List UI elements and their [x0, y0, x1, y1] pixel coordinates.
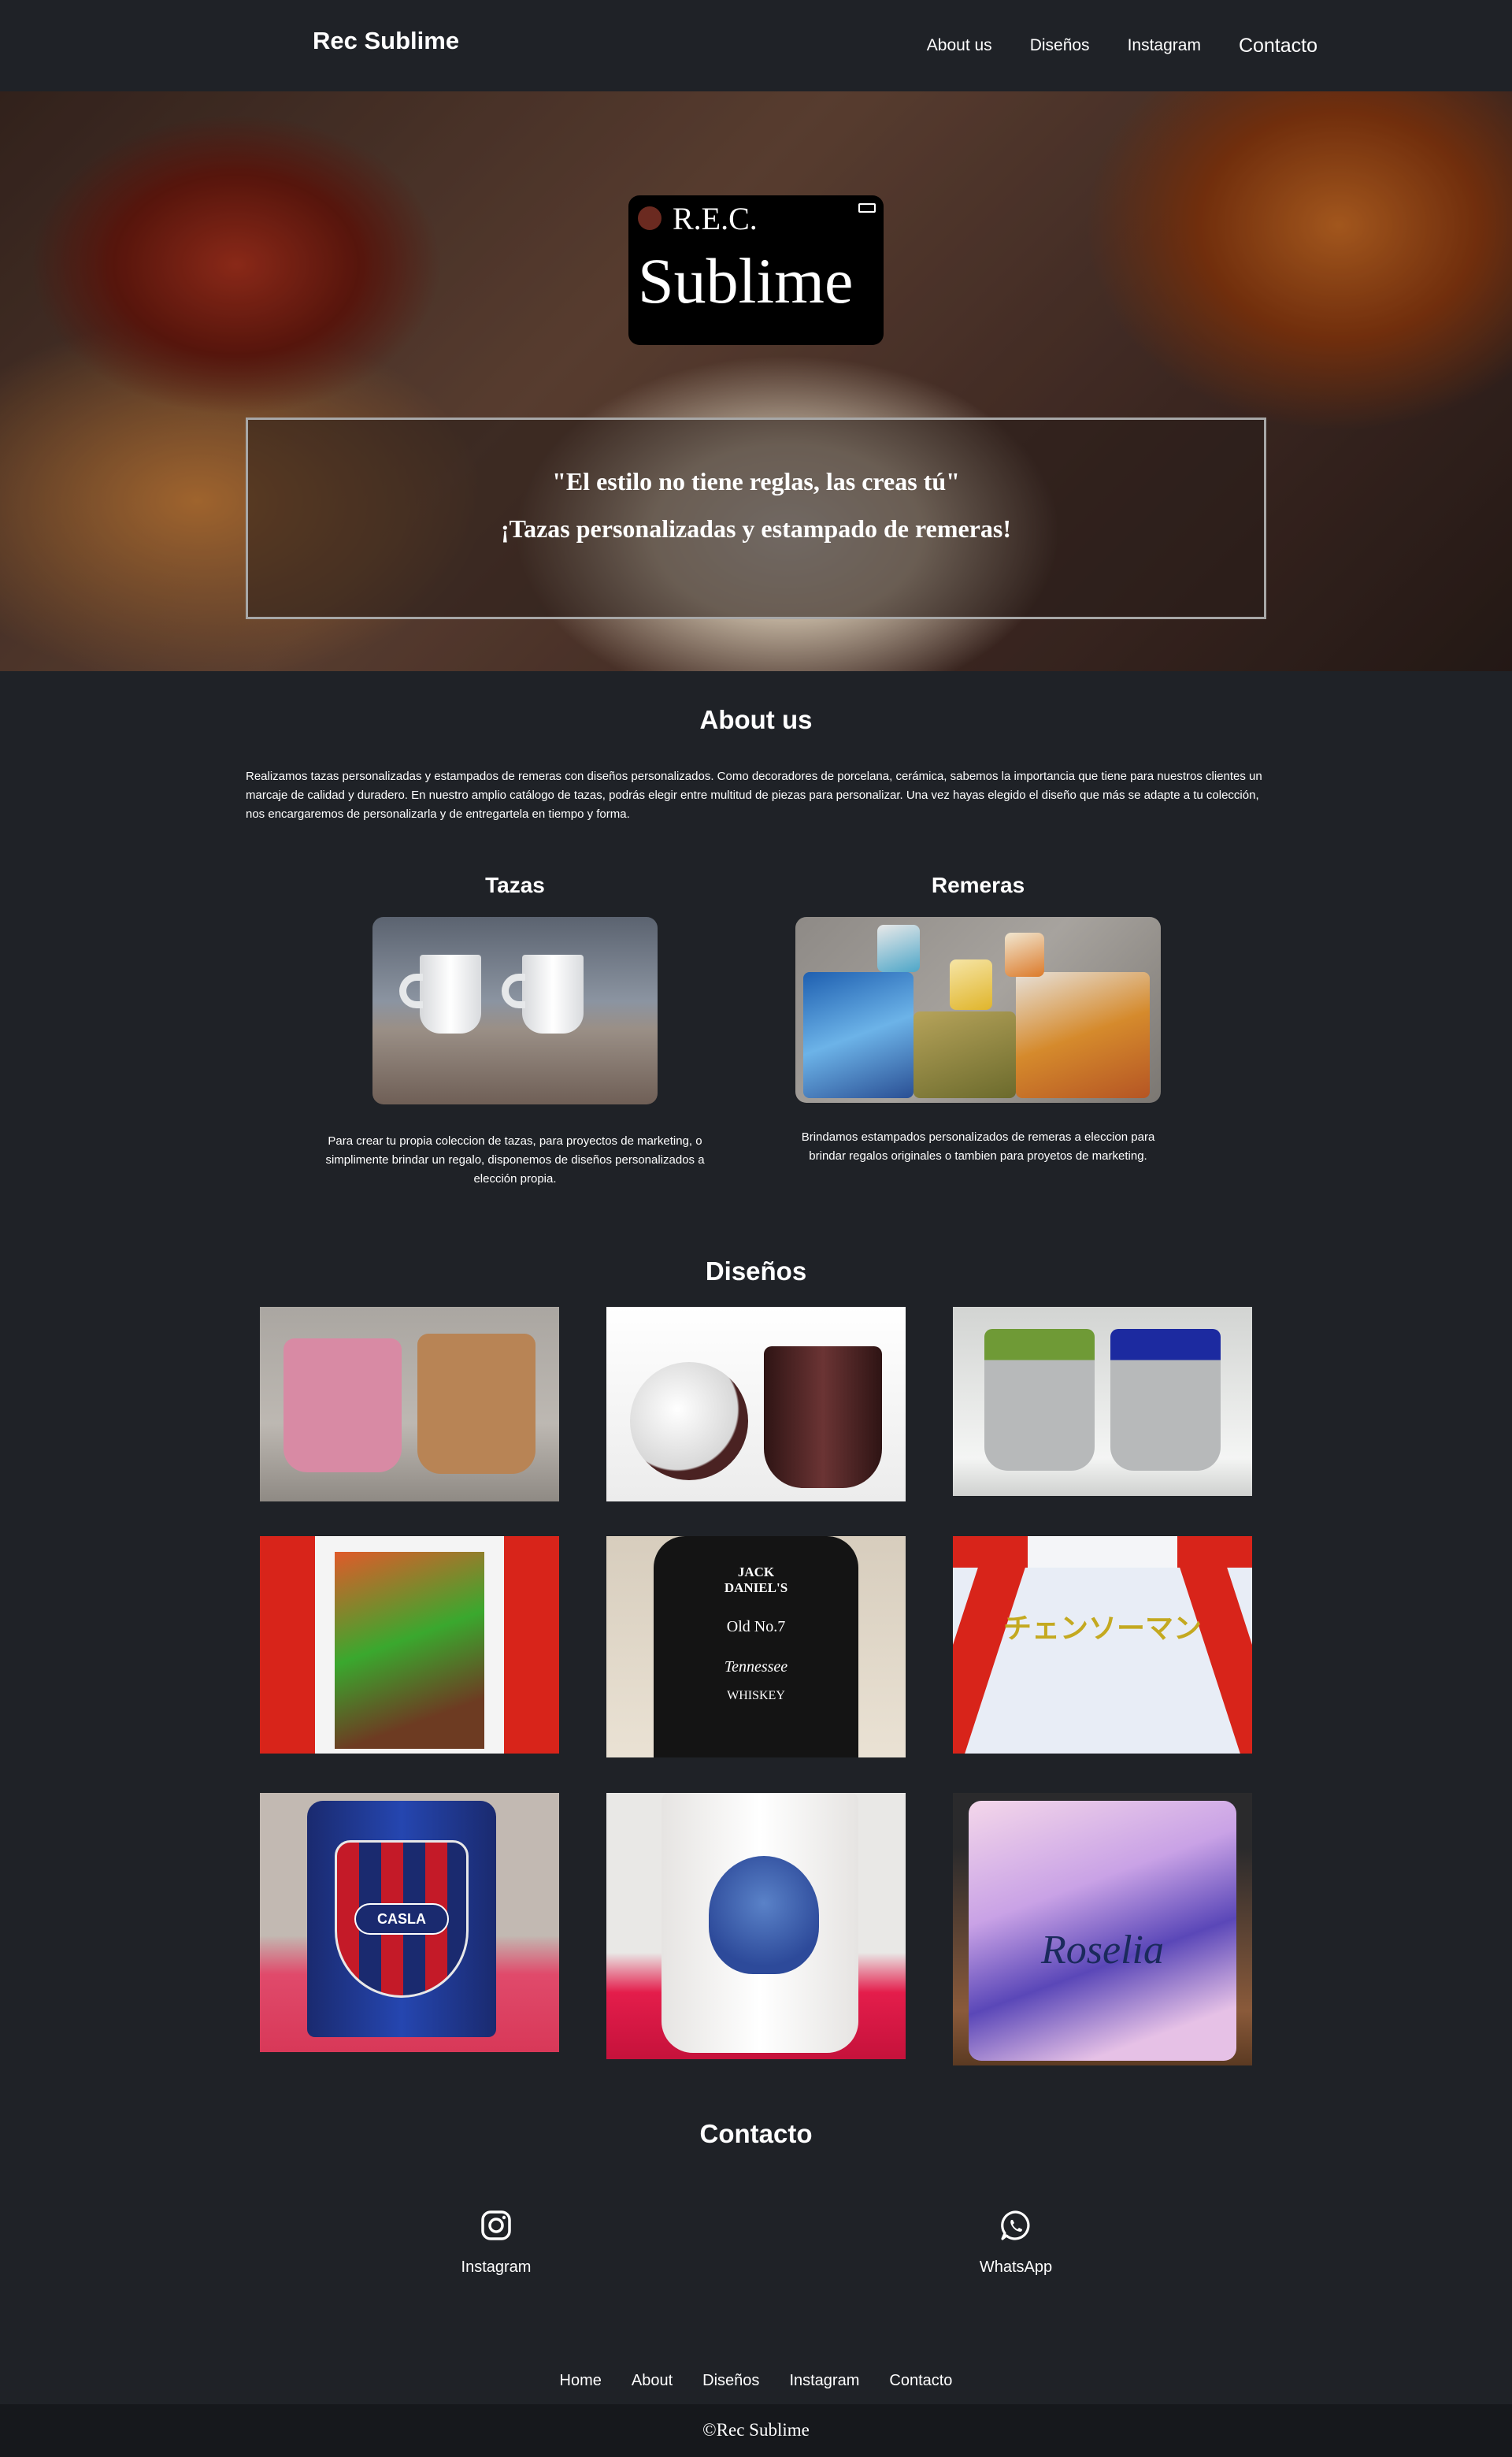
tagline-subtitle: ¡Tazas personalizadas y estampado de rem…	[501, 514, 1011, 543]
gallery-image-chainsaw-shirt	[260, 1536, 559, 1754]
gallery-image-chainsawman-shirt: チェンソーマン	[953, 1536, 1252, 1754]
gallery-image-roselia-mug: Roselia	[953, 1793, 1252, 2065]
tazas-text: Para crear tu propia coleccion de tazas,…	[325, 1134, 705, 1186]
green-inner-mug	[984, 1329, 1095, 1471]
copyright-text: ©Rec Sublime	[702, 2420, 810, 2440]
battery-icon	[858, 203, 876, 213]
gallery-image-stitch-mug	[606, 1793, 906, 2059]
footer-link-home[interactable]: Home	[560, 2372, 602, 2390]
white-cup	[522, 955, 584, 1034]
hero-banner: R.E.C. Sublime "El estilo no tiene regla…	[0, 91, 1512, 671]
whatsapp-icon	[1001, 2210, 1030, 2240]
cup-handle	[502, 974, 525, 1008]
jack-line2: Old No.7	[726, 1618, 786, 1635]
footer-link-instagram[interactable]: Instagram	[789, 2372, 859, 2390]
about-title: About us	[699, 705, 813, 734]
nav-link-disenos[interactable]: Diseños	[1030, 36, 1090, 55]
jack-daniels-print: JACK DANIEL'S Old No.7 Tennessee WHISKEY	[705, 1560, 807, 1717]
cork-mug	[417, 1334, 536, 1474]
instagram-icon	[481, 2210, 511, 2240]
navbar: Rec Sublime About us Diseños Instagram C…	[0, 0, 1512, 91]
brown-mug-tipped	[630, 1362, 748, 1480]
mug-small	[1005, 933, 1044, 977]
gallery-image-pink-cork-mugs	[260, 1307, 559, 1501]
pink-mug	[284, 1338, 402, 1472]
contact-whatsapp[interactable]: WhatsApp	[937, 2210, 1095, 2277]
logo-small-text: R.E.C.	[673, 201, 758, 236]
casla-logo-text: CASLA	[354, 1903, 449, 1935]
disenos-title: Diseños	[705, 1256, 807, 1286]
nav-link-instagram[interactable]: Instagram	[1128, 36, 1201, 55]
gallery-image-brown-mugs	[606, 1307, 906, 1501]
footer-nav: Home About Diseños Instagram Contacto	[0, 2363, 1512, 2398]
copyright-bar: ©Rec Sublime	[0, 2404, 1512, 2457]
footer-link-disenos[interactable]: Diseños	[702, 2372, 759, 2390]
remeras-title: Remeras	[931, 873, 1025, 897]
contact-whatsapp-label: WhatsApp	[979, 2258, 1053, 2276]
gallery-image-green-blue-mugs	[953, 1307, 1252, 1496]
shirt-white	[1016, 972, 1150, 1098]
jack-line3: Tennessee	[724, 1658, 788, 1676]
roselia-logo-text: Roselia	[1041, 1928, 1164, 1973]
contact-instagram[interactable]: Instagram	[417, 2210, 575, 2277]
brown-mug	[764, 1346, 882, 1488]
logo: R.E.C. Sublime	[628, 195, 884, 345]
brand-link[interactable]: Rec Sublime	[313, 27, 459, 55]
shirt-collar	[953, 1536, 1252, 1568]
mug-small	[877, 925, 920, 972]
stitch-print	[709, 1856, 819, 1974]
contacto-title: Contacto	[699, 2119, 813, 2148]
contact-instagram-label: Instagram	[461, 2258, 532, 2276]
remeras-text: Brindamos estampados personalizados de r…	[801, 1130, 1155, 1163]
cup-handle	[399, 974, 423, 1008]
logo-big-text: Sublime	[638, 245, 854, 317]
logo-dot-icon	[638, 206, 662, 230]
shirt-blue	[803, 972, 914, 1098]
nav-link-contacto[interactable]: Contacto	[1239, 35, 1317, 58]
tagline-box: "El estilo no tiene reglas, las creas tú…	[246, 418, 1266, 619]
white-cup	[420, 955, 481, 1034]
blue-inner-mug	[1110, 1329, 1221, 1471]
footer-link-contacto[interactable]: Contacto	[889, 2372, 952, 2390]
jack-line4: WHISKEY	[727, 1689, 785, 1702]
gallery-image-jack-daniels-shirt: JACK DANIEL'S Old No.7 Tennessee WHISKEY	[606, 1536, 906, 1757]
gallery-image-casla-mug: CASLA	[260, 1793, 559, 2052]
tagline-quote: "El estilo no tiene reglas, las creas tú…	[552, 467, 960, 495]
about-text: Realizamos tazas personalizadas y estamp…	[246, 770, 1262, 821]
katakana-print: チェンソーマン	[1002, 1613, 1202, 1645]
jack-line1: JACK DANIEL'S	[724, 1564, 788, 1595]
mug-small	[950, 959, 992, 1010]
nav-link-about[interactable]: About us	[927, 36, 992, 55]
remeras-image	[795, 917, 1161, 1103]
footer-link-about[interactable]: About	[632, 2372, 673, 2390]
shirt-olive	[914, 1011, 1016, 1098]
tazas-image	[372, 917, 658, 1104]
tazas-title: Tazas	[485, 873, 545, 897]
chainsaw-print	[335, 1552, 484, 1749]
nav-links: About us Diseños Instagram Contacto	[927, 0, 1317, 91]
